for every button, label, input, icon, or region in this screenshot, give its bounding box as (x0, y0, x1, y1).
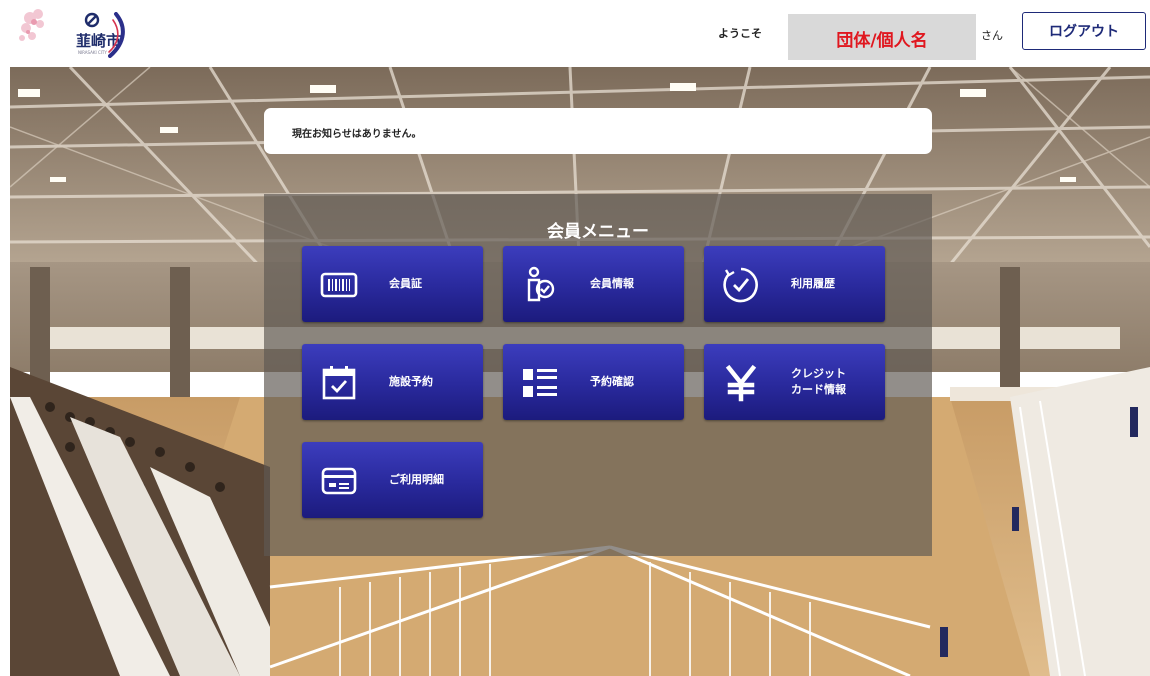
cherry-blossom-icon (19, 9, 44, 41)
list-icon (523, 369, 557, 397)
notice-text: 現在お知らせはありません。 (292, 129, 422, 140)
logout-button[interactable]: ログアウト (1022, 12, 1146, 50)
membership-card-label: 会員証 (389, 277, 422, 290)
yen-icon (725, 364, 757, 402)
membership-card-button[interactable]: 会員証 (302, 246, 483, 322)
member-menu-panel: 会員メニュー 会員証 会員情報 利用履歴 施設予約 予約確認 クレジット カード… (264, 194, 932, 556)
history-check-icon (723, 267, 758, 303)
honorific-text: さん (981, 29, 1003, 42)
usage-statement-button[interactable]: ご利用明細 (302, 442, 483, 518)
city-logo-subtext: NIRASAKI CITY (78, 50, 107, 55)
usage-statement-label: ご利用明細 (389, 473, 444, 486)
notice-box: 現在お知らせはありません。 (264, 108, 932, 154)
welcome-text: ようこそ (718, 27, 762, 40)
user-name: 団体/個人名 (836, 31, 928, 51)
city-emblem-icon (84, 12, 100, 28)
card-icon (321, 467, 357, 495)
user-check-icon (527, 266, 555, 302)
member-info-label: 会員情報 (590, 277, 634, 290)
reservation-check-label: 予約確認 (590, 375, 634, 388)
credit-card-info-label: クレジット カード情報 (791, 367, 846, 396)
facility-reservation-button[interactable]: 施設予約 (302, 344, 483, 420)
credit-card-info-button[interactable]: クレジット カード情報 (704, 344, 885, 420)
usage-history-label: 利用履歴 (791, 277, 835, 290)
facility-reservation-label: 施設予約 (389, 375, 433, 388)
usage-history-button[interactable]: 利用履歴 (704, 246, 885, 322)
calendar-check-icon (322, 366, 356, 400)
city-logo[interactable]: 韮崎市 NIRASAKI CITY (18, 8, 128, 60)
user-name-box: 団体/個人名 (788, 14, 976, 60)
barcode-icon (320, 272, 358, 298)
member-menu-title: 会員メニュー (547, 222, 649, 242)
member-info-button[interactable]: 会員情報 (503, 246, 684, 322)
reservation-check-button[interactable]: 予約確認 (503, 344, 684, 420)
header: 韮崎市 NIRASAKI CITY ようこそ 団体/個人名 さん ログアウト (0, 0, 1150, 66)
logo-swoosh-icon (108, 12, 125, 58)
